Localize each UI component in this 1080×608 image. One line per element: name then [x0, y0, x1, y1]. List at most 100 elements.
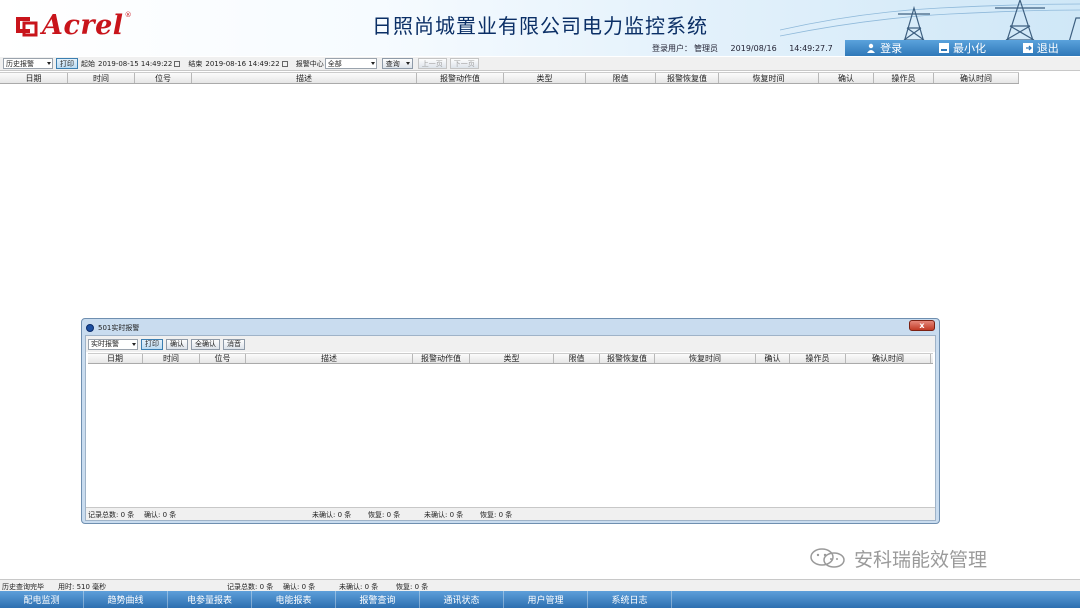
dlg-status-confirmed: 确认: 0 条: [144, 511, 177, 519]
dialog-mode-select[interactable]: 实时报警: [88, 338, 138, 350]
chevron-down-icon: [132, 342, 136, 346]
dlg-col-type[interactable]: 类型: [470, 354, 554, 363]
col-tag[interactable]: 位号: [135, 73, 192, 83]
logo-wordmark: Acrel: [42, 9, 124, 41]
query-button-label: 查询: [385, 59, 400, 68]
watermark-text: 安科瑞能效管理: [854, 548, 988, 571]
alarm-center-label: 报警中心: [295, 59, 324, 68]
dialog-body: 实时报警 打印 确认 全确认 消音 日期 时间 位号 描述 报警动作值 类型 限…: [85, 335, 936, 521]
nav-user-management[interactable]: 用户管理: [504, 591, 588, 608]
alarm-mode-select[interactable]: 历史报警: [3, 58, 53, 69]
minimize-button[interactable]: 最小化: [923, 40, 1001, 56]
dlg-col-alarm-value[interactable]: 报警动作值: [413, 354, 470, 363]
dlg-status-unconfirmed: 未确认: 0 条: [312, 511, 352, 519]
current-date: 2019/08/16: [730, 44, 777, 53]
login-button-label: 登录: [880, 42, 903, 55]
col-operator[interactable]: 操作员: [874, 73, 934, 83]
dlg-col-date[interactable]: 日期: [88, 354, 143, 363]
dlg-col-confirm[interactable]: 确认: [756, 354, 790, 363]
current-time: 14:49:27.7: [789, 44, 833, 53]
app-icon: [86, 323, 94, 332]
dialog-mode-value: 实时报警: [91, 340, 119, 348]
acrel-logo-icon: [14, 13, 38, 37]
exit-icon: [1022, 43, 1033, 53]
col-time[interactable]: 时间: [68, 73, 135, 83]
nav-trend-curve[interactable]: 趋势曲线: [84, 591, 168, 608]
dlg-status-total: 记录总数: 0 条: [88, 511, 135, 519]
end-datetime-picker[interactable]: 2019-08-16 14:49:22: [203, 58, 289, 69]
nav-electrical-report[interactable]: 电参量报表: [168, 591, 252, 608]
alarm-mode-value: 历史报警: [6, 59, 34, 68]
col-date[interactable]: 日期: [0, 73, 68, 83]
dlg-status-unconfirmed-2: 未确认: 0 条: [424, 511, 464, 519]
chevron-down-icon: [370, 62, 375, 65]
dlg-col-limit[interactable]: 限值: [554, 354, 600, 363]
dialog-confirm-all-button[interactable]: 全确认: [191, 338, 220, 350]
chevron-down-icon: [405, 62, 410, 65]
registered-mark: ®: [124, 11, 132, 19]
exit-button-label: 退出: [1036, 42, 1059, 55]
alarm-center-select[interactable]: 全部: [324, 58, 377, 69]
col-type[interactable]: 类型: [504, 73, 586, 83]
system-title: 日照尚城置业有限公司电力监控系统: [372, 14, 708, 38]
alarm-center-value: 全部: [327, 59, 342, 68]
dialog-table-header: 日期 时间 位号 描述 报警动作值 类型 限值 报警恢复值 恢复时间 确认 操作…: [88, 353, 933, 364]
login-info: 登录用户： 管理员 2019/08/16 14:49:27.7: [652, 43, 843, 54]
wechat-watermark: 安科瑞能效管理: [808, 545, 987, 571]
start-label: 起始: [81, 59, 95, 68]
exit-button[interactable]: 退出: [1002, 40, 1080, 56]
dlg-col-description[interactable]: 描述: [246, 354, 413, 363]
dlg-status-recovered-2: 恢复: 0 条: [480, 511, 513, 519]
chevron-down-icon: [47, 62, 51, 65]
prev-page-button[interactable]: 上一页: [417, 58, 447, 69]
status-bar: 历史查询完毕 用时: 510 毫秒 记录总数: 0 条 确认: 0 条 未确认:…: [0, 579, 1080, 591]
dlg-status-recovered: 恢复: 0 条: [368, 511, 401, 519]
col-confirm-time[interactable]: 确认时间: [934, 73, 1019, 83]
nav-system-log[interactable]: 系统日志: [588, 591, 672, 608]
login-user-label: 登录用户：: [652, 44, 692, 53]
dlg-col-operator[interactable]: 操作员: [790, 354, 846, 363]
nav-distribution-monitor[interactable]: 配电监测: [0, 591, 84, 608]
login-button[interactable]: 登录: [845, 40, 923, 56]
dialog-silence-button[interactable]: 消音: [223, 338, 245, 350]
user-icon: [867, 43, 876, 53]
bottom-nav: 配电监测 趋势曲线 电参量报表 电能报表 报警查询 通讯状态 用户管理 系统日志: [0, 591, 1080, 608]
calendar-icon: [174, 60, 181, 67]
col-limit[interactable]: 限值: [586, 73, 656, 83]
realtime-alarm-dialog: 501实时报警 x 实时报警 打印 确认 全确认 消音 日期 时间 位号 描述 …: [81, 318, 940, 524]
dialog-toolbar: 实时报警 打印 确认 全确认 消音: [86, 336, 935, 352]
close-icon: x: [919, 321, 925, 330]
login-user-name: 管理员: [694, 44, 718, 53]
dialog-close-button[interactable]: x: [909, 320, 935, 331]
query-button[interactable]: 查询: [381, 58, 413, 69]
dlg-col-recovery-value[interactable]: 报警恢复值: [600, 354, 655, 363]
dlg-col-tag[interactable]: 位号: [200, 354, 246, 363]
col-confirm[interactable]: 确认: [819, 73, 874, 83]
nav-alarm-query[interactable]: 报警查询: [336, 591, 420, 608]
dlg-col-recovery-time[interactable]: 恢复时间: [655, 354, 756, 363]
next-page-button[interactable]: 下一页: [449, 58, 479, 69]
col-recovery-value[interactable]: 报警恢复值: [656, 73, 719, 83]
main-table-header: 日期 时间 位号 描述 报警动作值 类型 限值 报警恢复值 恢复时间 确认 操作…: [0, 72, 1019, 84]
dlg-col-time[interactable]: 时间: [143, 354, 200, 363]
nav-energy-report[interactable]: 电能报表: [252, 591, 336, 608]
app-header: Acrel ® 日照尚城置业有限公司电力监控系统 登录用户： 管理员 2019/0…: [0, 0, 1080, 56]
dlg-col-confirm-time[interactable]: 确认时间: [846, 354, 931, 363]
end-datetime-value: 2019-08-16 14:49:22: [205, 59, 280, 68]
nav-comm-status[interactable]: 通讯状态: [420, 591, 504, 608]
col-alarm-value[interactable]: 报警动作值: [417, 73, 504, 83]
query-toolbar: 历史报警 打印 起始 2019-08-15 14:49:22 结束 2019-0…: [0, 57, 1080, 71]
print-button[interactable]: 打印: [56, 58, 78, 69]
dialog-title-bar: 501实时报警: [86, 321, 139, 334]
header-info-bar: 登录用户： 管理员 2019/08/16 14:49:27.7 登录 最小化 退出: [600, 40, 1080, 56]
col-description[interactable]: 描述: [192, 73, 417, 83]
wechat-icon: [810, 548, 845, 568]
acrel-logo: Acrel ®: [14, 9, 132, 41]
header-button-strip: 登录 最小化 退出: [845, 40, 1080, 56]
end-label: 结束: [188, 59, 203, 68]
start-datetime-picker[interactable]: 2019-08-15 14:49:22: [96, 58, 182, 69]
col-recovery-time[interactable]: 恢复时间: [719, 73, 819, 83]
dialog-print-button[interactable]: 打印: [141, 338, 163, 350]
start-datetime-value: 2019-08-15 14:49:22: [98, 59, 173, 68]
dialog-confirm-button[interactable]: 确认: [166, 338, 188, 350]
